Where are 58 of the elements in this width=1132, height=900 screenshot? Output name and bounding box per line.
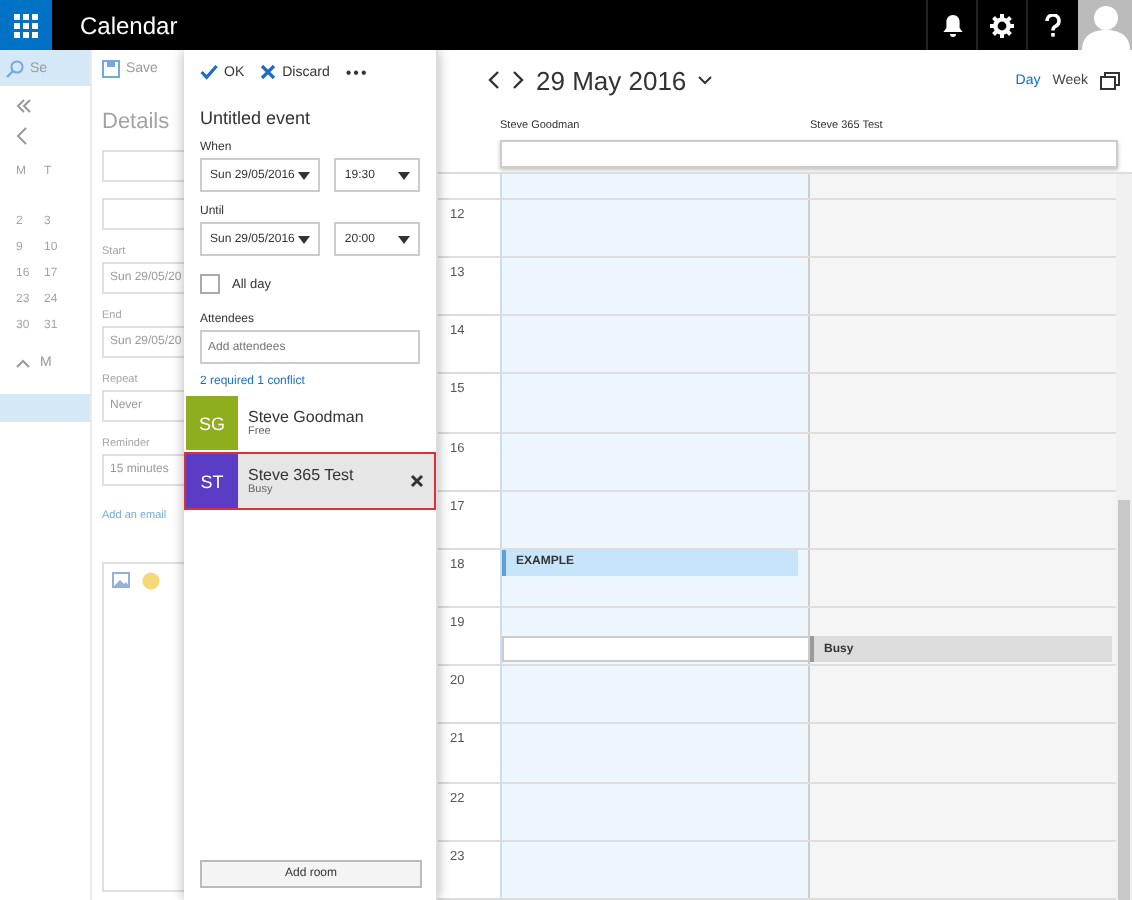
scrollbar[interactable] xyxy=(1116,174,1132,900)
remove-icon[interactable] xyxy=(410,474,424,488)
time-slot[interactable] xyxy=(500,783,810,840)
time-slot[interactable] xyxy=(500,258,810,315)
time-slot[interactable] xyxy=(810,258,1118,315)
initials-avatar: ST xyxy=(186,454,238,508)
time-slot[interactable] xyxy=(500,724,810,782)
time-slot[interactable] xyxy=(500,608,810,665)
settings-icon xyxy=(990,13,1014,37)
chevron-down-icon[interactable] xyxy=(698,75,713,85)
app-title: Calendar xyxy=(80,11,178,39)
time-slot[interactable] xyxy=(500,199,810,257)
time-slot[interactable] xyxy=(810,316,1118,373)
time-slot[interactable] xyxy=(810,724,1118,782)
previous-month-icon[interactable] xyxy=(16,126,28,146)
dropdown-arrow-icon xyxy=(398,235,410,243)
time-slot[interactable] xyxy=(810,433,1118,490)
attendee-name: Steve Goodman xyxy=(248,408,366,426)
all-day-checkbox[interactable] xyxy=(200,274,220,294)
close-icon xyxy=(260,64,277,80)
search-icon xyxy=(6,59,24,77)
time-slot[interactable] xyxy=(810,491,1118,548)
grid-icon xyxy=(14,13,38,37)
attendee-name: Steve 365 Test xyxy=(248,466,356,484)
time-slot[interactable] xyxy=(810,841,1118,898)
time-slot[interactable] xyxy=(500,174,810,198)
time-slot[interactable] xyxy=(500,666,810,723)
dropdown-arrow-icon xyxy=(298,171,311,179)
date-title[interactable]: 29 May 2016 xyxy=(536,65,687,95)
dropdown-arrow-icon xyxy=(398,171,410,179)
more-options-button[interactable]: ••• xyxy=(345,63,369,81)
time-slot[interactable] xyxy=(810,199,1118,257)
popout-icon[interactable] xyxy=(1100,71,1120,89)
app-launcher-button[interactable] xyxy=(0,0,52,50)
bell-icon xyxy=(941,13,963,37)
next-day-icon[interactable] xyxy=(512,70,524,90)
time-slot[interactable] xyxy=(810,783,1118,840)
time-slot[interactable] xyxy=(810,374,1118,432)
time-slot[interactable] xyxy=(810,549,1118,607)
collapse-icon[interactable] xyxy=(16,98,32,114)
event-title[interactable]: Untitled event xyxy=(200,108,420,128)
selected-calendar-item[interactable] xyxy=(0,394,90,422)
checkmark-icon xyxy=(200,64,218,80)
picture-icon[interactable] xyxy=(112,572,130,588)
details-heading: Details xyxy=(102,110,172,134)
time-slot[interactable] xyxy=(500,491,810,548)
time-slot[interactable] xyxy=(500,841,810,898)
initials-avatar: SG xyxy=(186,396,238,450)
smiley-icon[interactable] xyxy=(142,572,160,590)
time-slot[interactable] xyxy=(810,666,1118,723)
dropdown-arrow-icon xyxy=(298,235,311,243)
question-mark-icon xyxy=(1043,13,1061,37)
time-slot[interactable] xyxy=(500,374,810,432)
time-slot[interactable] xyxy=(500,316,810,373)
time-slot[interactable] xyxy=(500,433,810,490)
previous-day-icon[interactable] xyxy=(488,70,500,90)
time-slot[interactable] xyxy=(810,174,1118,198)
chevron-up-icon[interactable] xyxy=(16,358,30,368)
